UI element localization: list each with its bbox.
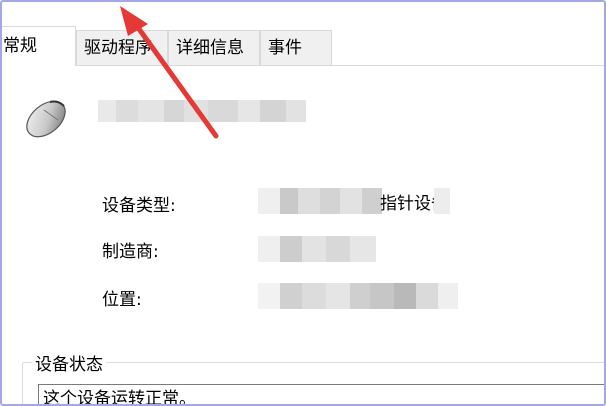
mouse-icon	[26, 100, 66, 138]
manufacturer-value-redacted	[258, 236, 376, 262]
tab-driver[interactable]: 驱动程序	[76, 30, 168, 65]
device-type-value: 指针设备	[258, 188, 450, 214]
device-status-title: 设备状态	[32, 350, 106, 375]
general-panel: 设备类型: 指针设备 制造商: 位置: 设备状态 这个设备运转正常。	[2, 66, 604, 404]
properties-window: 常规 驱动程序 详细信息 事件 设备类型: 指针设备 制造商: 位置: 设备状态…	[0, 0, 606, 406]
location-label: 位置:	[102, 290, 142, 310]
device-name-redacted	[98, 100, 306, 122]
tab-general[interactable]: 常规	[2, 26, 76, 66]
tab-events[interactable]: 事件	[260, 30, 332, 65]
location-value-redacted	[258, 283, 458, 309]
device-status-textbox[interactable]: 这个设备运转正常。	[38, 384, 604, 404]
tab-strip: 常规 驱动程序 详细信息 事件	[2, 2, 604, 66]
device-type-label: 设备类型:	[102, 196, 176, 216]
tab-details[interactable]: 详细信息	[168, 30, 260, 65]
manufacturer-label: 制造商:	[102, 242, 159, 262]
